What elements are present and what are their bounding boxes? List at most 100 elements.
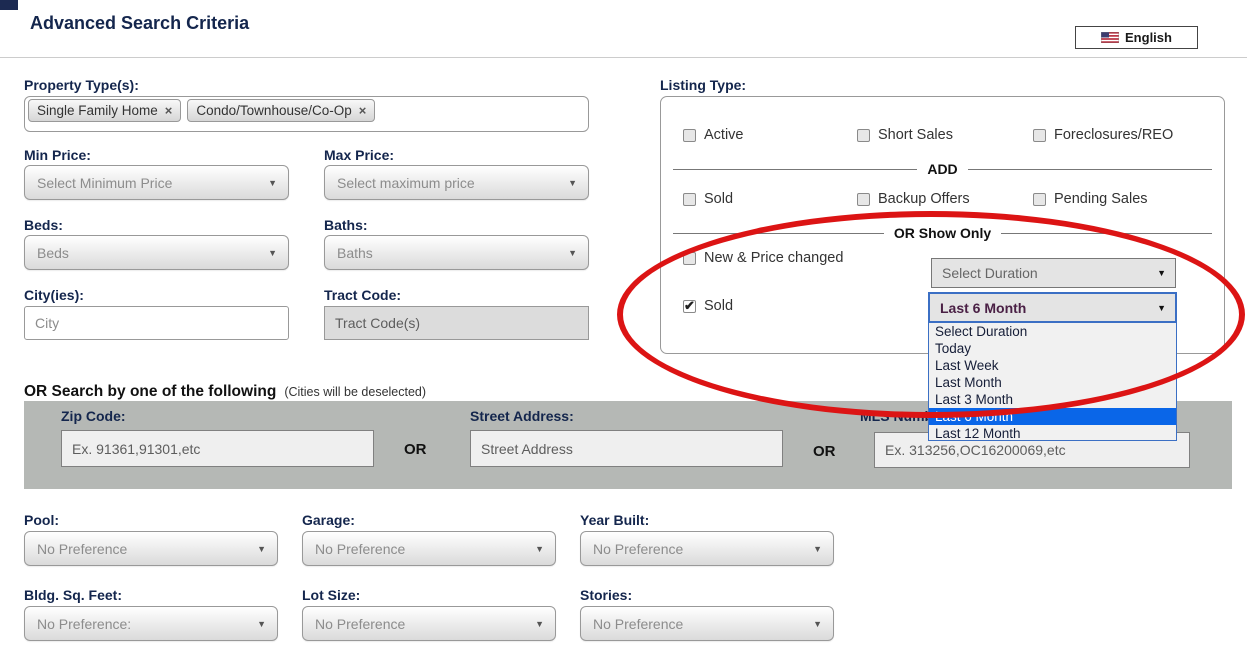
sold-label: Sold <box>704 191 733 207</box>
lot-size-value: No Preference <box>315 616 405 632</box>
beds-label: Beds: <box>24 217 63 233</box>
backup-offers-label: Backup Offers <box>878 191 970 207</box>
year-built-select[interactable]: No Preference <box>580 531 834 566</box>
checkbox-row-short-sales[interactable]: Short Sales <box>857 127 953 143</box>
new-price-changed-checkbox[interactable] <box>683 252 696 265</box>
max-price-label: Max Price: <box>324 147 394 163</box>
zip-code-label: Zip Code: <box>61 408 126 424</box>
duration-option[interactable]: Last Week <box>929 357 1176 374</box>
listing-type-label: Listing Type: <box>660 77 746 93</box>
checkbox-row-new-price-changed[interactable]: New & Price changed <box>683 250 843 266</box>
garage-value: No Preference <box>315 541 405 557</box>
active-checkbox[interactable] <box>683 129 696 142</box>
property-tag-condo[interactable]: Condo/Townhouse/Co-Op × <box>187 99 375 122</box>
active-label: Active <box>704 127 744 143</box>
property-tag-label: Single Family Home <box>37 103 158 118</box>
property-type-multiselect[interactable]: Single Family Home × Condo/Townhouse/Co-… <box>24 96 589 132</box>
baths-select[interactable]: Baths <box>324 235 589 270</box>
bldg-sqft-select[interactable]: No Preference: <box>24 606 278 641</box>
property-tag-single-family[interactable]: Single Family Home × <box>28 99 181 122</box>
stories-value: No Preference <box>593 616 683 632</box>
us-flag-icon <box>1101 32 1119 43</box>
beds-select[interactable]: Beds <box>24 235 289 270</box>
add-divider: ADD <box>673 161 1212 177</box>
pending-sales-checkbox[interactable] <box>1033 193 1046 206</box>
short-sales-checkbox[interactable] <box>857 129 870 142</box>
duration-option[interactable]: Last 3 Month <box>929 391 1176 408</box>
year-built-value: No Preference <box>593 541 683 557</box>
sold-only-checkbox[interactable] <box>683 300 696 313</box>
backup-offers-checkbox[interactable] <box>857 193 870 206</box>
pool-value: No Preference <box>37 541 127 557</box>
or-search-heading-text: OR Search by one of the following <box>24 383 276 400</box>
property-tag-label: Condo/Townhouse/Co-Op <box>196 103 351 118</box>
sold-only-label: Sold <box>704 298 733 314</box>
bldg-sqft-value: No Preference: <box>37 616 131 632</box>
duration-option[interactable]: Last Month <box>929 374 1176 391</box>
property-type-label: Property Type(s): <box>24 77 139 93</box>
baths-label: Baths: <box>324 217 368 233</box>
min-price-value: Select Minimum Price <box>37 175 172 191</box>
checkbox-row-backup-offers[interactable]: Backup Offers <box>857 191 970 207</box>
or-search-heading: OR Search by one of the following (Cities… <box>24 383 426 401</box>
header-divider <box>0 57 1247 58</box>
city-input[interactable] <box>24 306 289 340</box>
advanced-search-page: Advanced Search Criteria English Propert… <box>0 0 1247 648</box>
new-price-changed-label: New & Price changed <box>704 250 843 266</box>
checkbox-row-active[interactable]: Active <box>683 127 744 143</box>
sold-duration-value: Last 6 Month <box>940 300 1026 316</box>
checkbox-row-sold[interactable]: Sold <box>683 191 733 207</box>
duration-option-selected[interactable]: Last 6 Month <box>929 408 1176 425</box>
zip-code-input[interactable] <box>61 430 374 467</box>
or-show-only-label: OR Show Only <box>884 225 1001 241</box>
lot-size-label: Lot Size: <box>302 587 360 603</box>
short-sales-label: Short Sales <box>878 127 953 143</box>
garage-label: Garage: <box>302 512 355 528</box>
min-price-select[interactable]: Select Minimum Price <box>24 165 289 200</box>
beds-value: Beds <box>37 245 69 261</box>
remove-tag-icon[interactable]: × <box>165 103 173 118</box>
checkbox-row-pending-sales[interactable]: Pending Sales <box>1033 191 1148 207</box>
listing-type-panel: Active Short Sales Foreclosures/REO ADD … <box>660 96 1225 354</box>
baths-value: Baths <box>337 245 373 261</box>
or-search-note: (Cities will be deselected) <box>284 385 426 399</box>
add-divider-label: ADD <box>917 161 967 177</box>
or-separator-2: OR <box>813 443 836 460</box>
street-address-input[interactable] <box>470 430 783 467</box>
pending-sales-label: Pending Sales <box>1054 191 1148 207</box>
stories-label: Stories: <box>580 587 632 603</box>
pool-label: Pool: <box>24 512 59 528</box>
checkbox-row-sold-only[interactable]: Sold <box>683 298 733 314</box>
checkbox-row-foreclosures[interactable]: Foreclosures/REO <box>1033 127 1173 143</box>
duration-option[interactable]: Today <box>929 340 1176 357</box>
or-show-only-divider: OR Show Only <box>673 225 1212 241</box>
year-built-label: Year Built: <box>580 512 649 528</box>
duration-dropdown-list: Select Duration Today Last Week Last Mon… <box>928 322 1177 441</box>
min-price-label: Min Price: <box>24 147 91 163</box>
max-price-select[interactable]: Select maximum price <box>324 165 589 200</box>
cities-label: City(ies): <box>24 287 84 303</box>
foreclosures-checkbox[interactable] <box>1033 129 1046 142</box>
tract-code-input[interactable] <box>324 306 589 340</box>
new-price-duration-select[interactable]: Select Duration <box>931 258 1176 288</box>
or-separator-1: OR <box>404 441 427 458</box>
sold-duration-select[interactable]: Last 6 Month <box>928 292 1177 323</box>
foreclosures-label: Foreclosures/REO <box>1054 127 1173 143</box>
duration-option[interactable]: Last 12 Month <box>929 425 1176 442</box>
garage-select[interactable]: No Preference <box>302 531 556 566</box>
new-price-duration-value: Select Duration <box>942 265 1038 281</box>
language-button[interactable]: English <box>1075 26 1198 49</box>
pool-select[interactable]: No Preference <box>24 531 278 566</box>
stories-select[interactable]: No Preference <box>580 606 834 641</box>
page-title: Advanced Search Criteria <box>30 13 249 34</box>
lot-size-select[interactable]: No Preference <box>302 606 556 641</box>
remove-tag-icon[interactable]: × <box>359 103 367 118</box>
max-price-value: Select maximum price <box>337 175 475 191</box>
language-button-label: English <box>1125 30 1172 45</box>
corner-fragment <box>0 0 18 10</box>
duration-option[interactable]: Select Duration <box>929 323 1176 340</box>
tract-code-label: Tract Code: <box>324 287 401 303</box>
street-address-label: Street Address: <box>470 408 574 424</box>
bldg-sqft-label: Bldg. Sq. Feet: <box>24 587 122 603</box>
sold-checkbox[interactable] <box>683 193 696 206</box>
